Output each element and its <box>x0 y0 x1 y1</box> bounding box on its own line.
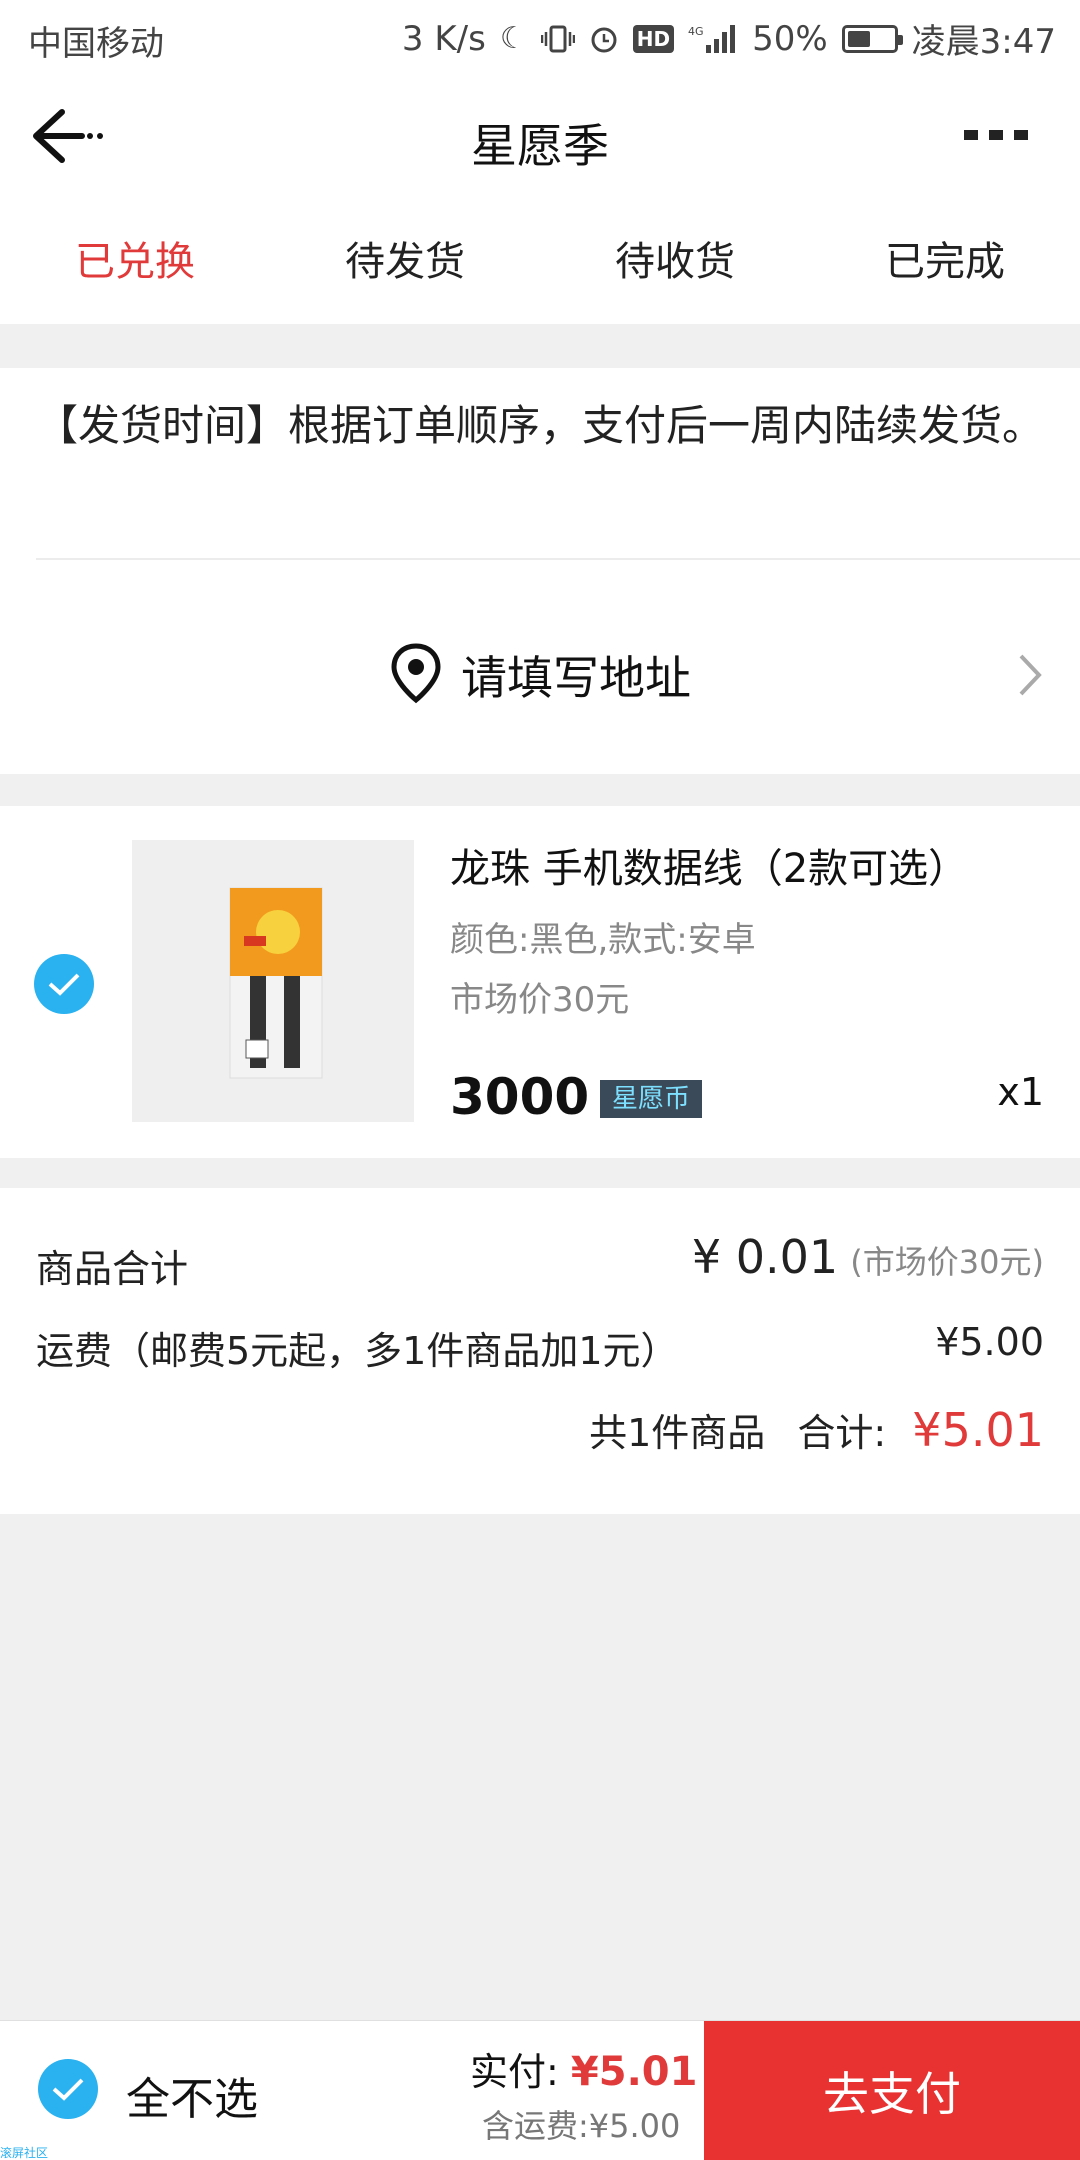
check-icon <box>52 2078 84 2101</box>
goods-total-market: (市场价30元) <box>850 1243 1044 1281</box>
total-label: 合计: <box>797 1411 887 1455</box>
location-pin-icon <box>389 642 443 708</box>
pay-button[interactable]: 去支付 <box>704 2021 1080 2160</box>
svg-text:4G: 4G <box>688 25 704 38</box>
product-quantity: x1 <box>997 1070 1044 1114</box>
product-name[interactable]: 龙珠 手机数据线（2款可选） <box>450 836 968 894</box>
product-price: 3000 <box>450 1068 590 1126</box>
item-count: 共1件商品 <box>589 1411 766 1455</box>
chevron-right-icon <box>1016 650 1044 700</box>
shipping-notice: 【发货时间】根据订单顺序，支付后一周内陆续发货。 <box>36 401 1045 450</box>
signal-icon: 4G <box>688 23 738 55</box>
paid-value: ¥5.01 <box>570 2049 698 2095</box>
product-image[interactable] <box>132 840 414 1122</box>
select-all-checkbox[interactable] <box>38 2059 98 2119</box>
total-value: ¥5.01 <box>912 1403 1044 1457</box>
alarm-icon <box>589 24 619 54</box>
status-bar: 中国移动 3 K/s ☾ HD 4G 50% 凌晨3:47 <box>0 0 1080 72</box>
more-options-icon[interactable] <box>964 120 1028 150</box>
select-all-label[interactable]: 全不选 <box>126 2063 258 2127</box>
order-summary: 商品合计 ¥ 0.01 (市场价30元) 运费（邮费5元起，多1件商品加1元） … <box>0 1188 1080 1514</box>
goods-total-label: 商品合计 <box>36 1247 189 1291</box>
carrier-name: 中国移动 <box>28 24 164 64</box>
order-status-tabs: 已兑换 待发货 待收货 已完成 <box>0 200 1080 324</box>
currency-badge: 星愿币 <box>600 1080 703 1118</box>
watermark: 滚屏社区 <box>0 2146 49 2160</box>
goods-total: ¥ 0.01 (市场价30元) <box>692 1230 1044 1284</box>
tab-exchanged[interactable]: 已兑换 <box>0 200 270 324</box>
hd-icon: HD <box>632 24 675 53</box>
order-total: 共1件商品 合计: ¥5.01 <box>589 1402 1044 1457</box>
page-title: 星愿季 <box>471 119 609 173</box>
shipping-info-card: 【发货时间】根据订单顺序，支付后一周内陆续发货。 请填写地址 <box>0 368 1080 774</box>
product-checkbox[interactable] <box>34 954 94 1014</box>
battery-icon <box>841 24 903 53</box>
checkout-bar: 全不选 实付: ¥5.01 含运费:¥5.00 去支付 <box>0 2020 1080 2160</box>
tab-completed[interactable]: 已完成 <box>810 200 1080 324</box>
battery-percent: 50% <box>752 18 828 59</box>
shipping-value: ¥5.00 <box>935 1320 1044 1364</box>
moon-icon: ☾ <box>499 21 527 56</box>
shipping-note: 含运费:¥5.00 <box>482 2107 681 2145</box>
navigation-bar: 星愿季 <box>0 72 1080 200</box>
address-placeholder: 请填写地址 <box>461 651 691 705</box>
paid-amount: 实付: ¥5.01 <box>470 2041 697 2096</box>
check-icon <box>48 973 80 996</box>
status-icons: 3 K/s ☾ HD 4G 50% 凌晨3:47 <box>402 14 1056 63</box>
vibrate-icon <box>540 24 575 54</box>
divider <box>36 558 1080 560</box>
goods-total-value: ¥ 0.01 <box>691 1230 839 1284</box>
shipping-label: 运费（邮费5元起，多1件商品加1元） <box>36 1329 679 1373</box>
paid-label: 实付: <box>470 2050 559 2094</box>
tab-pending-receipt[interactable]: 待收货 <box>540 200 810 324</box>
product-market-price: 市场价30元 <box>450 980 630 1020</box>
product-spec: 颜色:黑色,款式:安卓 <box>450 920 756 960</box>
network-speed: 3 K/s <box>401 18 486 59</box>
product-card: 龙珠 手机数据线（2款可选） 颜色:黑色,款式:安卓 市场价30元 3000 星… <box>0 806 1080 1158</box>
tab-pending-shipment[interactable]: 待发货 <box>270 200 540 324</box>
address-row[interactable]: 请填写地址 <box>0 630 1080 720</box>
clock: 凌晨3:47 <box>911 22 1056 62</box>
